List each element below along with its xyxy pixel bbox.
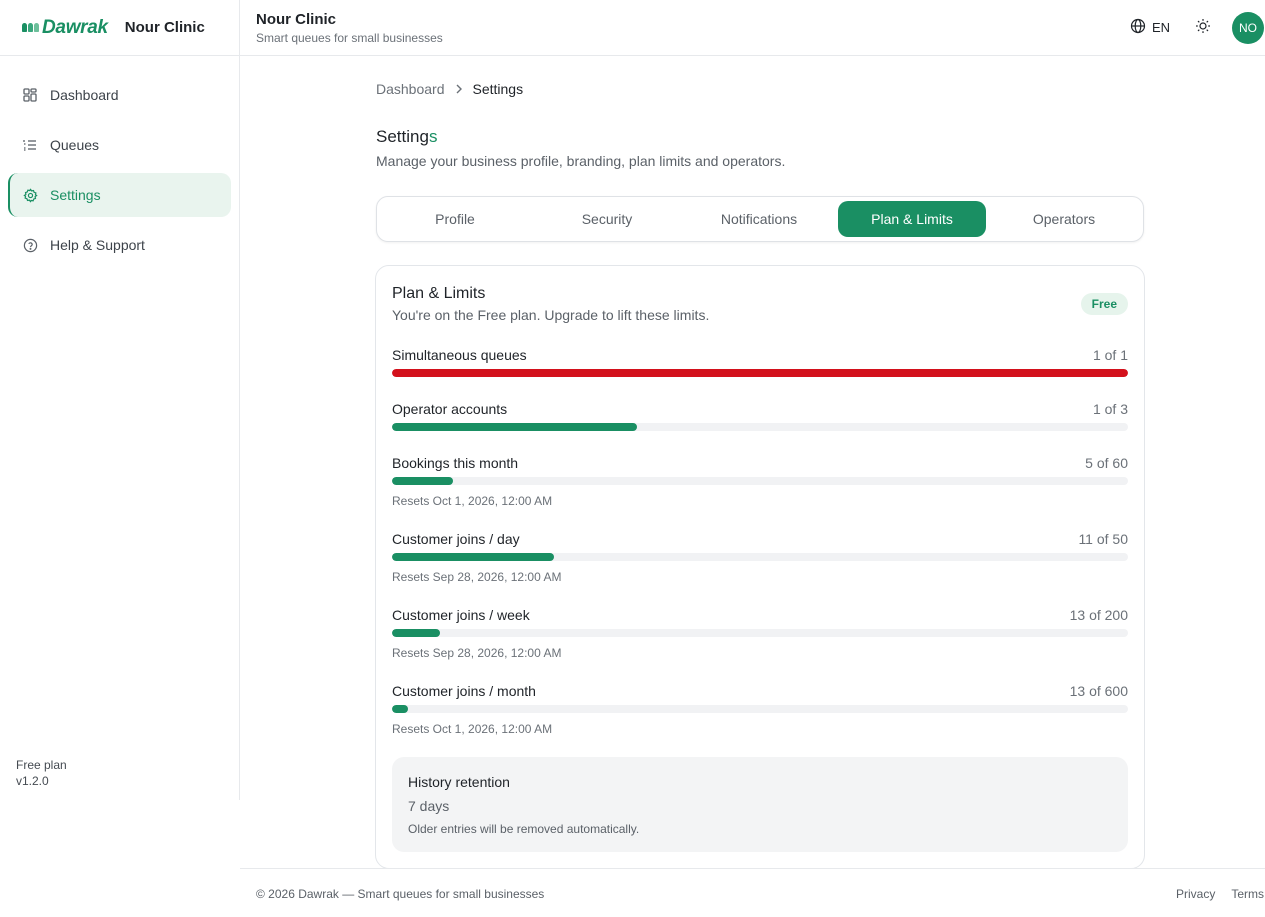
usage-bar: [392, 629, 1128, 637]
usage-bar: [392, 477, 1128, 485]
tab-operators[interactable]: Operators: [990, 201, 1138, 237]
chevron-right-icon: [455, 81, 463, 97]
globe-icon: [1130, 18, 1146, 37]
sidebar-item-settings[interactable]: Settings: [8, 173, 231, 217]
usage-bar-fill: [392, 553, 554, 561]
usage-bar-fill: [392, 477, 454, 485]
footer-links: Privacy Terms: [1176, 887, 1264, 901]
grid-icon: [22, 87, 38, 103]
limit-count: 11 of 50: [1078, 531, 1128, 547]
sidebar-item-label: Queues: [50, 137, 100, 153]
copyright: © 2026 Dawrak — Smart queues for small b…: [256, 887, 545, 901]
sidebar-nav: Dashboard Queues Settings Help & Support: [0, 56, 239, 267]
tab-profile[interactable]: Profile: [381, 201, 529, 237]
usage-bar: [392, 369, 1128, 377]
sidebar-footer: Free plan v1.2.0: [16, 757, 67, 789]
brand: Dawrak Nour Clinic: [0, 0, 239, 56]
card-title: Plan & Limits: [392, 285, 486, 302]
history-retention-box: History retention 7 days Older entries w…: [392, 757, 1128, 852]
theme-toggle[interactable]: [1193, 18, 1213, 38]
limit-reset: Resets Oct 1, 2026, 12:00 AM: [392, 494, 553, 508]
settings-tabs: Profile Security Notifications Plan & Li…: [376, 196, 1144, 242]
limit-name: Bookings this month: [392, 455, 519, 471]
language-switcher[interactable]: EN: [1130, 18, 1170, 37]
usage-bar: [392, 553, 1128, 561]
limit-name: Simultaneous queues: [392, 347, 527, 363]
page-footer: © 2026 Dawrak — Smart queues for small b…: [240, 868, 1265, 917]
limit-count: 13 of 200: [1069, 607, 1128, 623]
plan-badge: Free: [1080, 293, 1128, 315]
list-icon: [22, 137, 38, 153]
sidebar-item-dashboard[interactable]: Dashboard: [8, 73, 231, 117]
tab-security[interactable]: Security: [533, 201, 681, 237]
sidebar: Dawrak Nour Clinic Dashboard Queues Sett…: [0, 0, 240, 800]
avatar[interactable]: NO: [1232, 12, 1264, 44]
limit-count: 1 of 3: [1092, 401, 1128, 417]
privacy-link[interactable]: Privacy: [1176, 887, 1215, 901]
page-title-main: Setting: [376, 127, 429, 146]
limit-count: 1 of 1: [1092, 347, 1128, 363]
limit-name: Customer joins / day: [392, 531, 520, 547]
tab-plan-limits[interactable]: Plan & Limits: [838, 201, 986, 237]
logo-mark-icon: [22, 23, 39, 32]
tab-notifications[interactable]: Notifications: [685, 201, 833, 237]
history-note: Older entries will be removed automatica…: [408, 822, 640, 836]
breadcrumb-dashboard[interactable]: Dashboard: [376, 81, 445, 97]
usage-bar-fill: [392, 629, 440, 637]
business-name: Nour Clinic: [124, 19, 205, 36]
usage-bar-fill: [392, 423, 638, 431]
history-value: 7 days: [408, 798, 450, 814]
sidebar-item-label: Dashboard: [50, 87, 119, 103]
plan-limits-card: Plan & Limits You're on the Free plan. U…: [375, 265, 1145, 869]
limit-count: 13 of 600: [1069, 683, 1128, 699]
limit-name: Customer joins / week: [392, 607, 530, 623]
header-title: Nour Clinic: [256, 11, 337, 28]
page-description: Manage your business profile, branding, …: [376, 153, 786, 169]
usage-bar: [392, 705, 1128, 713]
sun-icon: [1195, 18, 1211, 39]
usage-bar: [392, 423, 1128, 431]
breadcrumb: Dashboard Settings: [376, 81, 523, 97]
terms-link[interactable]: Terms: [1231, 887, 1264, 901]
sidebar-item-queues[interactable]: Queues: [8, 123, 231, 167]
card-subtitle: You're on the Free plan. Upgrade to lift…: [392, 307, 710, 323]
help-circle-icon: [22, 237, 38, 253]
top-header: Nour Clinic Smart queues for small busin…: [240, 0, 1265, 56]
sidebar-item-label: Settings: [50, 187, 101, 203]
plan-label: Free plan: [16, 758, 67, 772]
gear-icon: [22, 187, 38, 203]
limit-name: Customer joins / month: [392, 683, 536, 699]
logo-text: Dawrak: [42, 16, 108, 38]
page-title: Settings: [376, 127, 437, 147]
history-title: History retention: [408, 774, 510, 790]
app-version: v1.2.0: [16, 774, 49, 788]
dawrak-logo[interactable]: Dawrak: [22, 17, 108, 39]
language-label: EN: [1151, 20, 1170, 35]
sidebar-item-label: Help & Support: [50, 237, 145, 253]
limit-count: 5 of 60: [1085, 455, 1128, 471]
breadcrumb-current: Settings: [472, 81, 524, 97]
sidebar-item-help-support[interactable]: Help & Support: [8, 223, 231, 267]
usage-bar-fill: [392, 705, 408, 713]
page-title-accent: s: [428, 127, 438, 146]
limit-reset: Resets Oct 1, 2026, 12:00 AM: [392, 722, 553, 736]
limit-reset: Resets Sep 28, 2026, 12:00 AM: [392, 570, 562, 584]
header-subtitle: Smart queues for small businesses: [256, 31, 443, 45]
limit-name: Operator accounts: [392, 401, 508, 417]
limit-reset: Resets Sep 28, 2026, 12:00 AM: [392, 646, 562, 660]
usage-bar-fill: [392, 369, 1128, 377]
